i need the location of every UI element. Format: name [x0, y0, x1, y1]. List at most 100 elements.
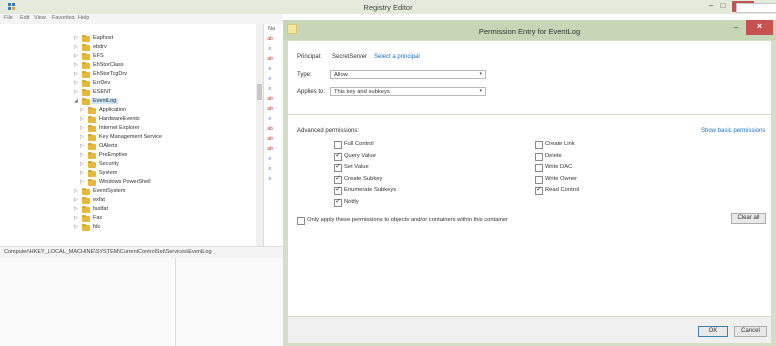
checkmark-icon: ✓ [335, 174, 341, 182]
background-panel-left [0, 258, 176, 346]
permission-label: Delete [545, 152, 562, 159]
permission-label: Set Value [344, 164, 369, 170]
tree-item-label: Eaphost [93, 35, 114, 41]
permission-label: Notify [344, 198, 359, 205]
binary-value-icon[interactable]: ≡ [267, 176, 273, 182]
string-value-icon[interactable]: ab [267, 146, 273, 152]
expand-arrow-icon[interactable]: ▷ [74, 62, 80, 68]
expand-arrow-icon[interactable]: ▷ [80, 143, 86, 149]
expand-arrow-icon[interactable]: ▷ [80, 107, 86, 113]
string-value-icon[interactable]: ab [267, 126, 273, 132]
string-value-icon[interactable]: ab [267, 56, 273, 62]
applies-to-select[interactable]: This key and subkeys ▾ [330, 87, 486, 96]
dialog-minimize-icon[interactable]: – [731, 23, 741, 33]
registry-key-path: Computer\HKEY_LOCAL_MACHINE\SYSTEM\Curre… [4, 249, 212, 255]
expand-arrow-icon[interactable]: ▷ [74, 215, 80, 221]
menu-help[interactable]: Help [78, 15, 89, 21]
folder-icon [88, 107, 96, 114]
show-basic-permissions-link[interactable]: Show basic permissions [701, 128, 765, 134]
expand-arrow-icon[interactable]: ▷ [74, 35, 80, 41]
expand-arrow-icon[interactable]: ▷ [80, 161, 86, 167]
maximize-icon[interactable]: □ [718, 1, 728, 11]
tree-item-label: Internet Explorer [99, 125, 140, 131]
folder-icon [82, 62, 90, 69]
folder-icon [82, 215, 90, 222]
select-principal-link[interactable]: Select a principal [374, 54, 420, 60]
expand-arrow-icon[interactable]: ▷ [80, 170, 86, 176]
binary-value-icon[interactable]: ≡ [267, 46, 273, 52]
menu-edit[interactable]: Edit [20, 15, 29, 21]
string-value-icon[interactable]: ab [267, 136, 273, 142]
collapse-arrow-icon[interactable]: ◢ [74, 98, 80, 104]
ok-button[interactable]: OK [698, 326, 728, 337]
expand-arrow-icon[interactable]: ▷ [74, 224, 80, 230]
binary-value-icon[interactable]: ≡ [267, 156, 273, 162]
menu-view[interactable]: View [34, 15, 46, 21]
applies-to-select-value: This key and subkeys [334, 89, 390, 95]
expand-arrow-icon[interactable]: ▷ [74, 89, 80, 95]
checkbox-box[interactable] [535, 152, 543, 161]
checkbox-box[interactable] [535, 141, 543, 149]
expand-arrow-icon[interactable]: ▷ [80, 134, 86, 140]
expand-arrow-icon[interactable]: ▷ [74, 206, 80, 212]
expand-arrow-icon[interactable]: ▷ [80, 116, 86, 122]
folder-icon [82, 44, 90, 51]
checkmark-icon: ✓ [335, 163, 341, 170]
expand-arrow-icon[interactable]: ▷ [74, 188, 80, 194]
tree-item-label: Application [99, 107, 126, 113]
expand-arrow-icon[interactable]: ▷ [74, 197, 80, 203]
permission-label: Read Control [545, 187, 580, 193]
binary-value-icon[interactable]: ≡ [267, 76, 273, 82]
cancel-button[interactable]: Cancel [734, 326, 767, 337]
folder-icon [82, 224, 90, 231]
string-value-icon[interactable]: ab [267, 36, 273, 42]
minimize-icon[interactable]: – [706, 1, 716, 11]
binary-value-icon[interactable]: ≡ [267, 66, 273, 72]
expand-arrow-icon[interactable]: ▷ [80, 125, 86, 131]
values-name-column-header[interactable]: Na [268, 26, 275, 32]
expand-arrow-icon[interactable]: ▷ [74, 71, 80, 77]
tree-item-label: PreEmptive [99, 152, 128, 158]
close-icon[interactable]: × [746, 21, 773, 31]
expand-arrow-icon[interactable]: ▷ [74, 80, 80, 86]
tree-item-label: exfat [93, 197, 105, 203]
expand-arrow-icon[interactable]: ▷ [80, 152, 86, 158]
tree-item-label: EventLog [91, 98, 119, 104]
checkbox-box[interactable] [297, 217, 305, 225]
binary-value-icon[interactable]: ≡ [267, 166, 273, 172]
tree-scrollbar-thumb[interactable] [257, 84, 262, 100]
expand-arrow-icon[interactable]: ▷ [74, 44, 80, 50]
search-input[interactable] [736, 3, 776, 13]
folder-icon [88, 179, 96, 186]
permission-label: Write Owner [545, 175, 578, 182]
checkbox-box[interactable] [535, 175, 543, 184]
type-select[interactable]: Allow ▾ [330, 70, 486, 79]
folder-icon [88, 161, 96, 168]
menu-favorites[interactable]: Favorites [52, 15, 75, 21]
tree-item-label: EFS [93, 53, 104, 59]
tree-item-label: Key Management Service [99, 134, 162, 140]
folder-icon [88, 170, 96, 177]
tree-scrollbar[interactable] [256, 24, 263, 246]
folder-icon [82, 53, 90, 60]
registry-menubar: File Edit View Favorites Help [0, 14, 283, 24]
menu-file[interactable]: File [4, 15, 13, 21]
string-value-icon[interactable]: ab [267, 106, 273, 112]
only-apply-label: Only apply these permissions to objects … [307, 217, 509, 223]
checkbox-box[interactable] [334, 141, 342, 149]
tree-item-label: fdc [93, 224, 101, 230]
binary-value-icon[interactable]: ≡ [267, 86, 273, 92]
folder-icon [88, 125, 96, 132]
clear-all-button[interactable]: Clear all [731, 213, 766, 224]
binary-value-icon[interactable]: ≡ [267, 116, 273, 122]
tree-item-label: fastfat [93, 206, 108, 212]
string-value-icon[interactable]: ab [267, 96, 273, 102]
tree-item-label: ESENT [93, 89, 112, 95]
tree-item-label: ErrDev [93, 80, 111, 86]
principal-value: SecretServer [332, 54, 368, 60]
type-select-value: Allow [334, 72, 348, 78]
expand-arrow-icon[interactable]: ▷ [80, 179, 86, 185]
expand-arrow-icon[interactable]: ▷ [74, 53, 80, 59]
permission-label: Query Value [344, 152, 376, 159]
checkbox-box[interactable] [535, 164, 543, 172]
